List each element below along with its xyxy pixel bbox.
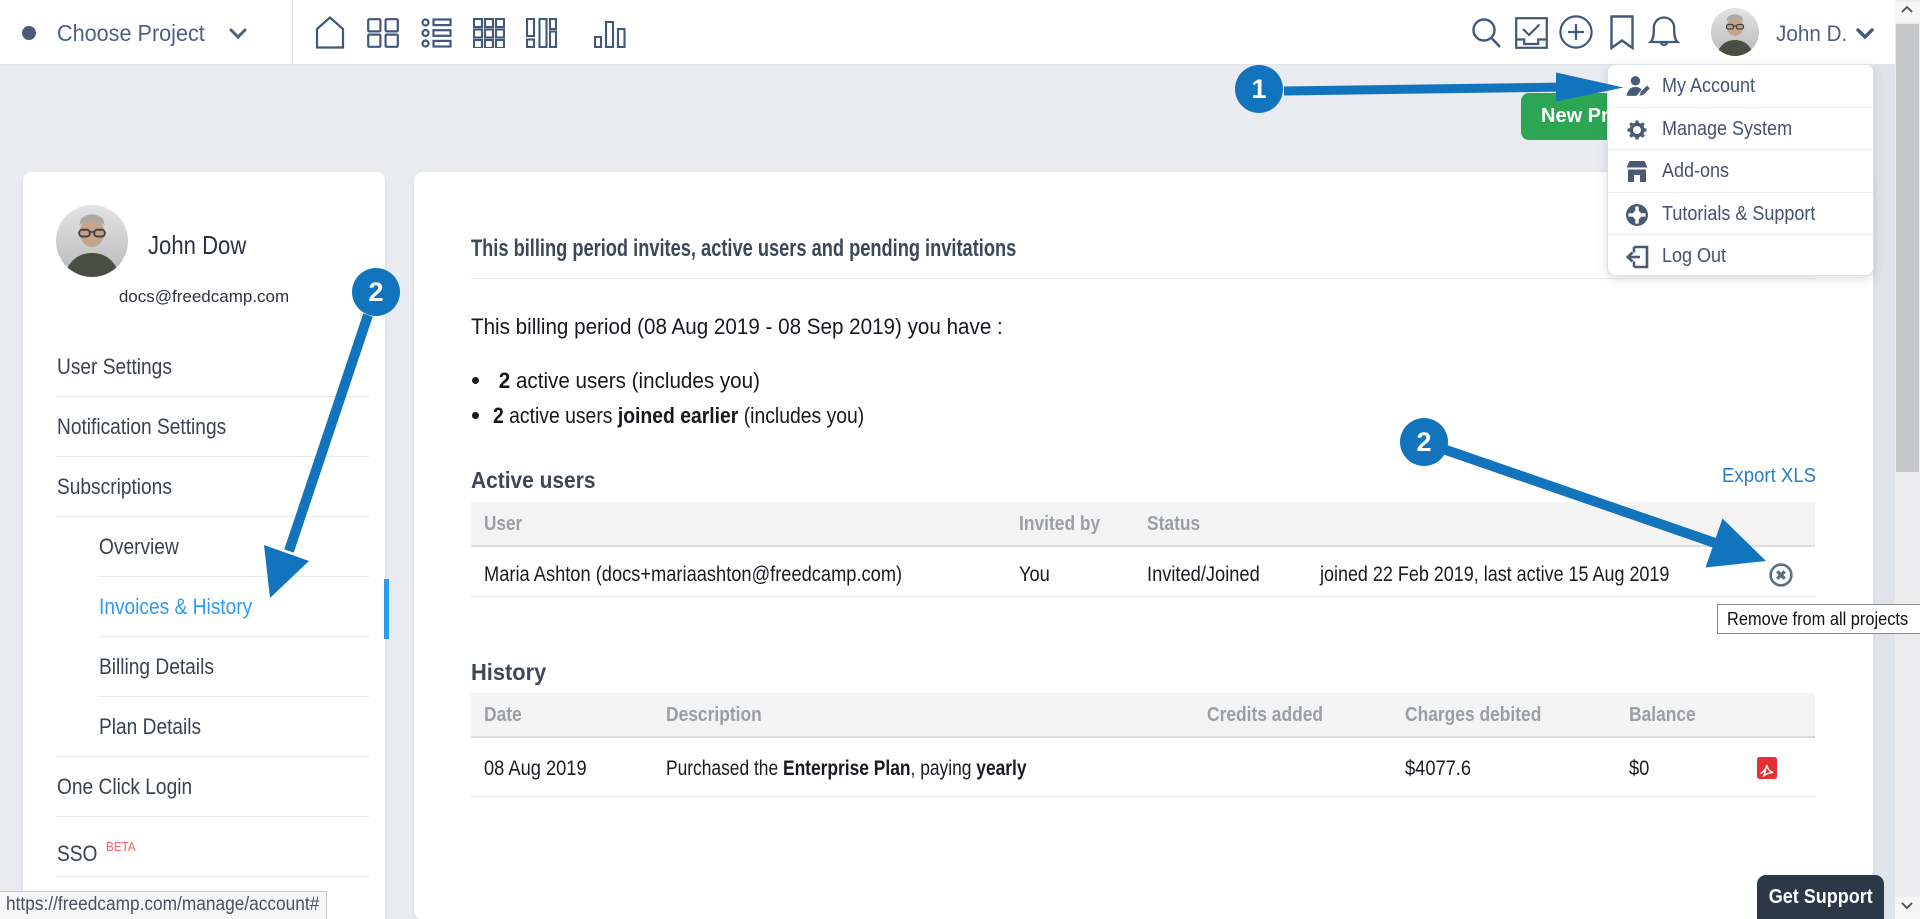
svg-text:1: 1: [1251, 74, 1266, 104]
